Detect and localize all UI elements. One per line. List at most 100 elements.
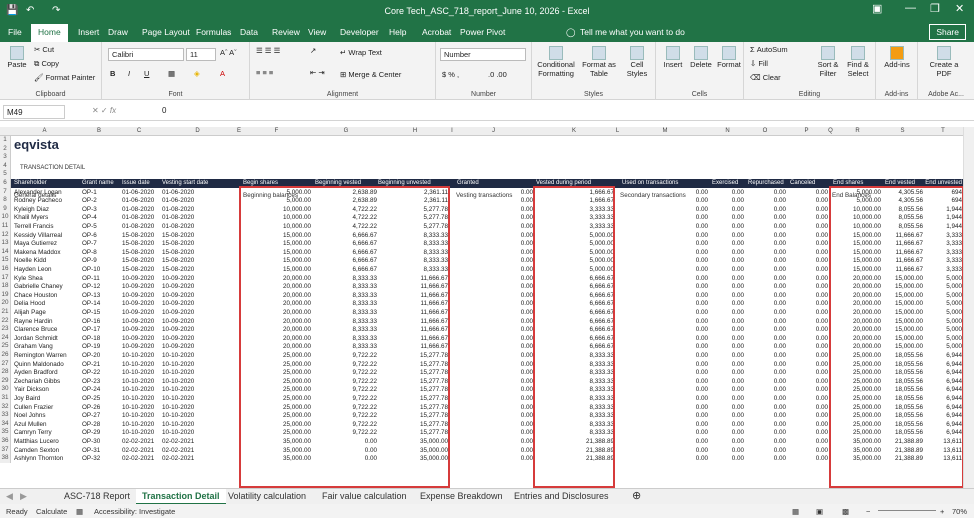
table-cell[interactable]: Kyleigh Diaz [14,206,49,213]
table-cell[interactable]: Joy Baird [14,395,40,402]
format-painter-button[interactable]: 🖌 Format Painter [34,73,95,82]
table-cell[interactable]: 0.00 [622,240,708,247]
menu-data[interactable]: Data [240,27,258,37]
row-number[interactable]: 23 [0,325,11,334]
table-cell[interactable]: 0.00 [790,318,828,325]
table-cell[interactable]: 0.00 [748,206,786,213]
row-number[interactable]: 18 [0,282,11,291]
row-number[interactable]: 10 [0,213,11,222]
table-cell[interactable]: 0.00 [790,412,828,419]
table-cell[interactable]: 02-02-2021 [162,447,194,454]
table-cell[interactable]: 0.00 [712,421,744,428]
table-cell[interactable]: 0.00 [622,386,708,393]
sheet-tab-entries-and-disclosures[interactable]: Entries and Disclosures [514,491,609,501]
row-number[interactable]: 11 [0,222,11,231]
table-cell[interactable]: 0.00 [748,369,786,376]
table-cell[interactable]: 0.00 [622,309,708,316]
table-cell[interactable]: OP-27 [82,412,100,419]
fill-color-icon[interactable]: ◈ [194,69,200,78]
table-cell[interactable]: 0.00 [622,206,708,213]
table-cell[interactable]: 0.00 [622,197,708,204]
table-cell[interactable]: Azul Mullen [14,421,47,428]
table-cell[interactable]: 0.00 [790,223,828,230]
table-cell[interactable]: 0.00 [712,438,744,445]
table-cell[interactable]: 15-08-2020 [162,232,194,239]
table-cell[interactable]: 10-09-2020 [122,275,154,282]
table-cell[interactable]: 01-06-2020 [122,197,154,204]
table-cell[interactable]: 10-10-2020 [162,352,194,359]
table-cell[interactable]: 0.00 [622,361,708,368]
table-cell[interactable]: 0.00 [622,395,708,402]
column-header[interactable]: M [620,128,710,134]
table-cell[interactable]: 0.00 [790,300,828,307]
table-cell[interactable]: 0.00 [790,326,828,333]
table-cell[interactable]: OP-16 [82,318,100,325]
table-cell[interactable]: 0.00 [790,343,828,350]
zoom-level[interactable]: 70% [952,507,967,516]
table-cell[interactable]: 0.00 [622,429,708,436]
table-cell[interactable]: OP-28 [82,421,100,428]
table-cell[interactable]: 0.00 [457,335,533,342]
table-cell[interactable]: 0.00 [712,257,744,264]
table-cell[interactable]: Matthias Lucero [14,438,59,445]
menu-view[interactable]: View [308,27,326,37]
table-cell[interactable]: OP-30 [82,438,100,445]
table-cell[interactable]: 0.00 [790,429,828,436]
table-cell[interactable]: 0.00 [457,386,533,393]
table-cell[interactable]: Maya Gutierrez [14,240,57,247]
delete-cells-button[interactable]: Delete [688,46,714,69]
fill-button[interactable]: ⇩ Fill [750,59,768,68]
tell-me-input[interactable]: Tell me what you want to do [580,27,685,37]
table-cell[interactable]: Camden Sexton [14,447,59,454]
table-cell[interactable]: 0.00 [748,232,786,239]
table-cell[interactable]: 0.00 [790,309,828,316]
table-cell[interactable]: Zechariah Gibbs [14,378,60,385]
normal-view-icon[interactable]: ▦ [792,507,799,516]
table-cell[interactable]: 0.00 [712,335,744,342]
table-cell[interactable]: 02-02-2021 [162,455,194,462]
row-number[interactable]: 1 [0,136,11,145]
table-cell[interactable]: 0.00 [457,275,533,282]
table-cell[interactable]: 0.00 [622,214,708,221]
table-cell[interactable]: 0.00 [622,249,708,256]
table-cell[interactable]: 10-10-2020 [162,369,194,376]
row-number[interactable]: 15 [0,256,11,265]
row-number[interactable]: 8 [0,196,11,205]
table-cell[interactable]: 0.00 [790,240,828,247]
font-name-select[interactable]: Calibri [108,48,184,61]
table-cell[interactable]: 0.00 [457,429,533,436]
table-cell[interactable]: 01-08-2020 [122,206,154,213]
table-cell[interactable]: 10-09-2020 [122,309,154,316]
table-cell[interactable]: 0.00 [457,240,533,247]
table-cell[interactable]: 0.00 [622,421,708,428]
table-cell[interactable]: 0.00 [748,283,786,290]
menu-page-layout[interactable]: Page Layout [142,27,190,37]
table-cell[interactable]: 0.00 [457,232,533,239]
table-cell[interactable]: 10-10-2020 [162,386,194,393]
table-cell[interactable]: 10-10-2020 [162,421,194,428]
menu-file[interactable]: File [8,27,22,37]
table-cell[interactable]: Ayden Bradford [14,369,58,376]
table-cell[interactable]: 10-09-2020 [162,300,194,307]
column-header[interactable]: T [923,128,963,134]
table-cell[interactable]: 10-09-2020 [162,343,194,350]
table-cell[interactable]: Ashlynn Thornton [14,455,63,462]
table-cell[interactable]: 15-08-2020 [122,249,154,256]
table-cell[interactable]: OP-12 [82,283,100,290]
table-cell[interactable]: 0.00 [790,292,828,299]
table-cell[interactable]: OP-22 [82,369,100,376]
table-cell[interactable]: OP-3 [82,206,97,213]
table-cell[interactable]: Noelle Kidd [14,257,46,264]
table-cell[interactable]: 15-08-2020 [122,257,154,264]
table-cell[interactable]: 10-09-2020 [122,283,154,290]
table-cell[interactable]: 15-08-2020 [122,240,154,247]
table-cell[interactable]: 10-10-2020 [162,404,194,411]
table-cell[interactable]: Hayden Leon [14,266,51,273]
table-cell[interactable]: Yair Dickson [14,386,49,393]
table-cell[interactable]: OP-14 [82,300,100,307]
table-cell[interactable]: 0.00 [457,283,533,290]
table-cell[interactable]: 0.00 [712,214,744,221]
table-cell[interactable]: 0.00 [712,369,744,376]
italic-button[interactable]: I [128,69,130,78]
table-cell[interactable]: 0.00 [748,214,786,221]
